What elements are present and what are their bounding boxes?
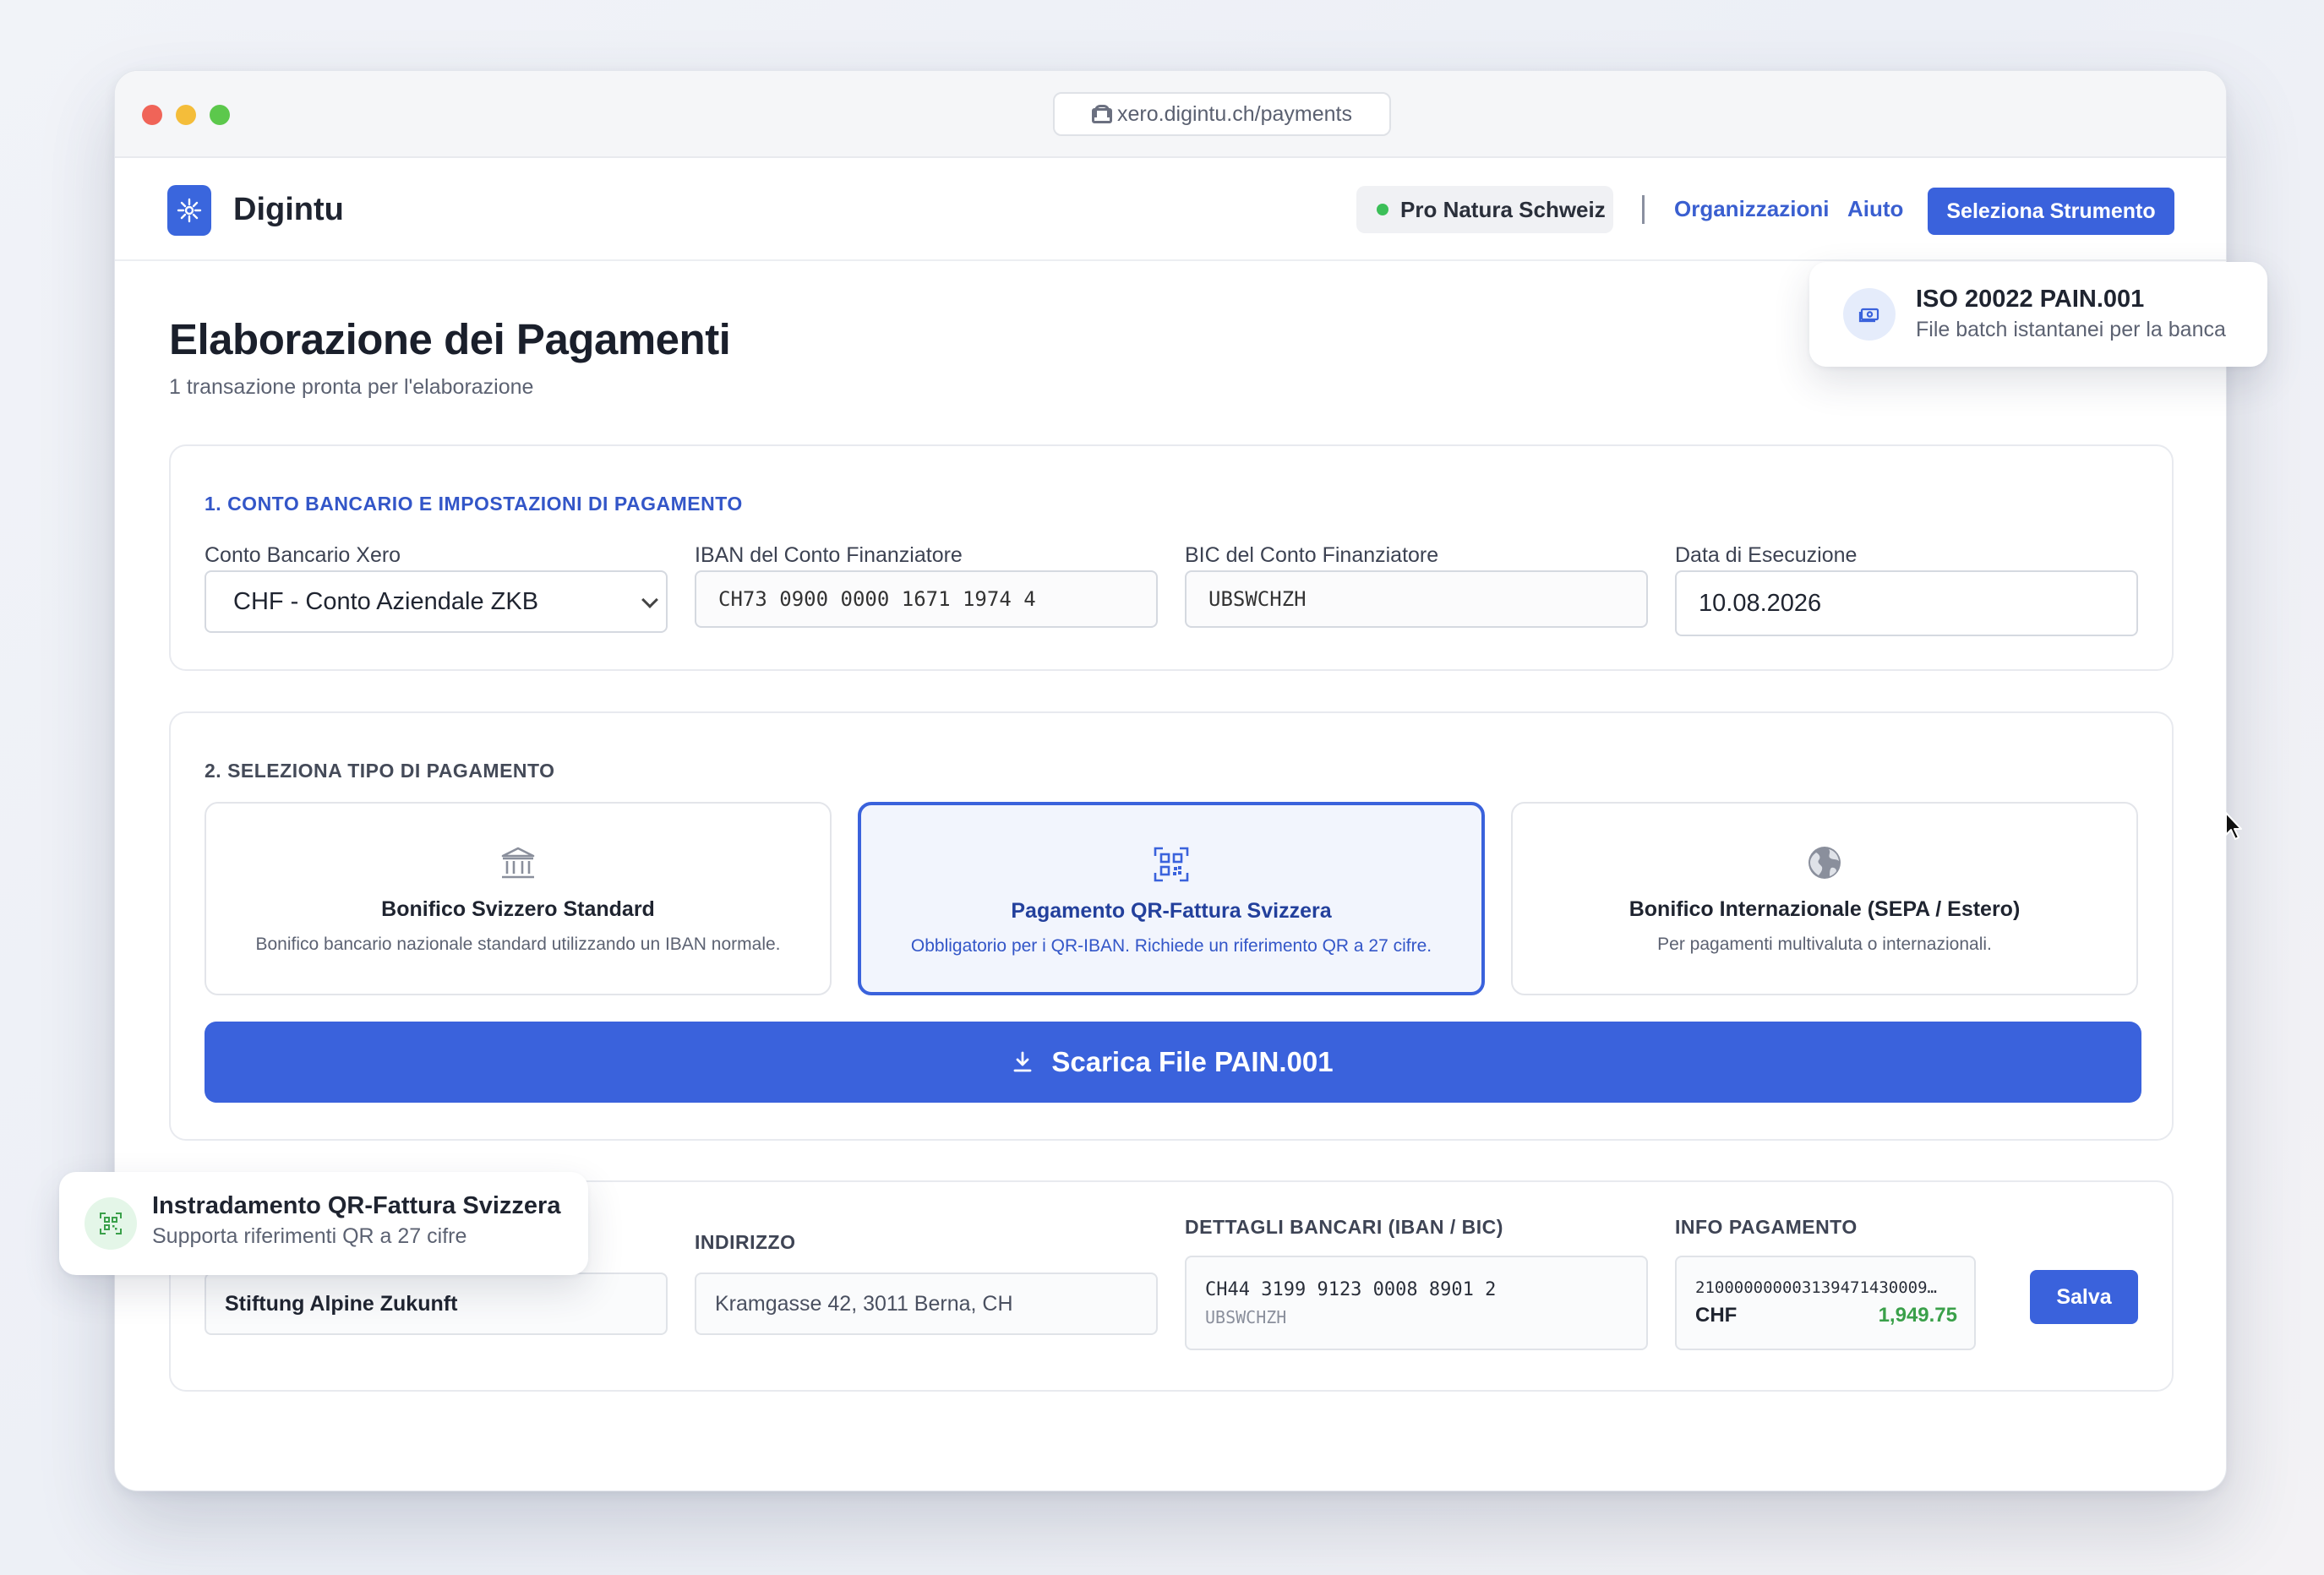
payment-option-description: Bonifico bancario nazionale standard uti… bbox=[255, 935, 781, 954]
creditor-bic: UBSWCHZH bbox=[1205, 1306, 1287, 1327]
payment-option-title: Pagamento QR-Fattura Svizzera bbox=[1011, 899, 1332, 923]
iso-feature-toast: ISO 20022 PAIN.001 File batch istantanei… bbox=[1809, 262, 2267, 367]
chevron-down-icon bbox=[641, 591, 658, 608]
qr-code-icon bbox=[1154, 847, 1189, 882]
save-button[interactable]: Salva bbox=[2030, 1270, 2138, 1324]
account-label: Conto Bancario Xero bbox=[205, 543, 401, 567]
bank-account-select[interactable]: CHF - Conto Aziendale ZKB bbox=[205, 570, 668, 633]
qr-reference: 210000000003139471430009… bbox=[1695, 1278, 1937, 1297]
payment-option-title: Bonifico Internazionale (SEPA / Estero) bbox=[1628, 897, 2021, 921]
header-divider bbox=[1642, 195, 1645, 224]
payment-option-description: Obbligatorio per i QR-IBAN. Richiede un … bbox=[910, 936, 1432, 956]
download-icon bbox=[1013, 1051, 1032, 1072]
app-header: Digintu Pro Natura Schweiz Organizzazion… bbox=[115, 158, 2226, 261]
column-header-address: INDIRIZZO bbox=[695, 1231, 796, 1253]
column-header-payment-info: INFO PAGAMENTO bbox=[1675, 1216, 1858, 1238]
money-icon bbox=[1843, 288, 1896, 341]
brand-name[interactable]: Digintu bbox=[233, 192, 344, 228]
payment-type-card: 2. SELEZIONA TIPO DI PAGAMENTO Bonifico … bbox=[169, 711, 2174, 1141]
bank-settings-title: 1. CONTO BANCARIO E IMPOSTAZIONI DI PAGA… bbox=[205, 493, 743, 515]
download-pain001-button[interactable]: Scarica File PAIN.001 bbox=[205, 1022, 2141, 1103]
status-dot-icon bbox=[1377, 204, 1388, 215]
address-field[interactable]: Kramgasse 42, 3011 Berna, CH bbox=[695, 1273, 1158, 1335]
creditor-iban: CH44 3199 9123 0008 8901 2 bbox=[1205, 1278, 1497, 1300]
qr-feature-toast: Instradamento QR-Fattura Svizzera Suppor… bbox=[59, 1172, 588, 1275]
iso-toast-title: ISO 20022 PAIN.001 bbox=[1916, 286, 2145, 313]
amount-row: CHF 1,949.75 bbox=[1695, 1304, 1957, 1327]
payment-option-description: Per pagamenti multivaluta o internaziona… bbox=[1657, 935, 1992, 954]
iso-toast-subtitle: File batch istantanei per la banca bbox=[1916, 318, 2226, 341]
globe-icon bbox=[1808, 847, 1841, 879]
select-tool-button[interactable]: Seleziona Strumento bbox=[1928, 188, 2174, 235]
organization-badge[interactable]: Pro Natura Schweiz bbox=[1356, 186, 1613, 233]
address-bar[interactable]: xero.digintu.ch/payments bbox=[1053, 92, 1391, 136]
lock-icon bbox=[1092, 105, 1113, 123]
payment-type-title: 2. SELEZIONA TIPO DI PAGAMENTO bbox=[205, 760, 555, 782]
maximize-window-button[interactable] bbox=[210, 105, 230, 125]
execution-date-input[interactable]: 10.08.2026 bbox=[1675, 570, 2138, 636]
payment-option-title: Bonifico Svizzero Standard bbox=[381, 897, 655, 921]
payment-option-qr-bill[interactable]: Pagamento QR-Fattura Svizzera Obbligator… bbox=[858, 802, 1485, 995]
column-header-bank-details: DETTAGLI BANCARI (IBAN / BIC) bbox=[1185, 1216, 1503, 1238]
brand-logo-icon[interactable] bbox=[167, 185, 211, 236]
bank-icon bbox=[501, 847, 535, 879]
minimize-window-button[interactable] bbox=[176, 105, 196, 125]
iban-label: IBAN del Conto Finanziatore bbox=[695, 543, 963, 567]
browser-chrome: xero.digintu.ch/payments bbox=[115, 71, 2226, 158]
payment-info-field[interactable]: 210000000003139471430009… CHF 1,949.75 bbox=[1675, 1256, 1976, 1350]
mouse-cursor-icon bbox=[2225, 812, 2242, 840]
payment-amount: 1,949.75 bbox=[1878, 1304, 1957, 1327]
bank-account-value: CHF - Conto Aziendale ZKB bbox=[233, 587, 539, 615]
nav-organizations-link[interactable]: Organizzazioni bbox=[1674, 196, 1829, 222]
payment-option-international[interactable]: Bonifico Internazionale (SEPA / Estero) … bbox=[1511, 802, 2138, 995]
execution-date-label: Data di Esecuzione bbox=[1675, 543, 1858, 567]
organization-name: Pro Natura Schweiz bbox=[1400, 196, 1606, 222]
page-subtitle: 1 transazione pronta per l'elaborazione bbox=[169, 375, 534, 399]
qr-scan-icon bbox=[85, 1197, 137, 1250]
bic-label: BIC del Conto Finanziatore bbox=[1185, 543, 1439, 567]
bank-details-field[interactable]: CH44 3199 9123 0008 8901 2 UBSWCHZH bbox=[1185, 1256, 1648, 1350]
nav-help-link[interactable]: Aiuto bbox=[1847, 196, 1903, 222]
creditor-name-field[interactable]: Stiftung Alpine Zukunft bbox=[205, 1273, 668, 1335]
page-title: Elaborazione dei Pagamenti bbox=[169, 315, 731, 363]
download-button-label: Scarica File PAIN.001 bbox=[1051, 1046, 1334, 1077]
url-text: xero.digintu.ch/payments bbox=[1117, 101, 1352, 126]
currency-code: CHF bbox=[1695, 1304, 1738, 1327]
bic-input[interactable]: UBSWCHZH bbox=[1185, 570, 1648, 628]
iban-input[interactable]: CH73 0900 0000 1671 1974 4 bbox=[695, 570, 1158, 628]
qr-toast-title: Instradamento QR-Fattura Svizzera bbox=[152, 1192, 561, 1219]
bank-settings-card: 1. CONTO BANCARIO E IMPOSTAZIONI DI PAGA… bbox=[169, 444, 2174, 671]
qr-toast-subtitle: Supporta riferimenti QR a 27 cifre bbox=[152, 1224, 467, 1248]
payment-option-standard[interactable]: Bonifico Svizzero Standard Bonifico banc… bbox=[205, 802, 832, 995]
close-window-button[interactable] bbox=[142, 105, 162, 125]
